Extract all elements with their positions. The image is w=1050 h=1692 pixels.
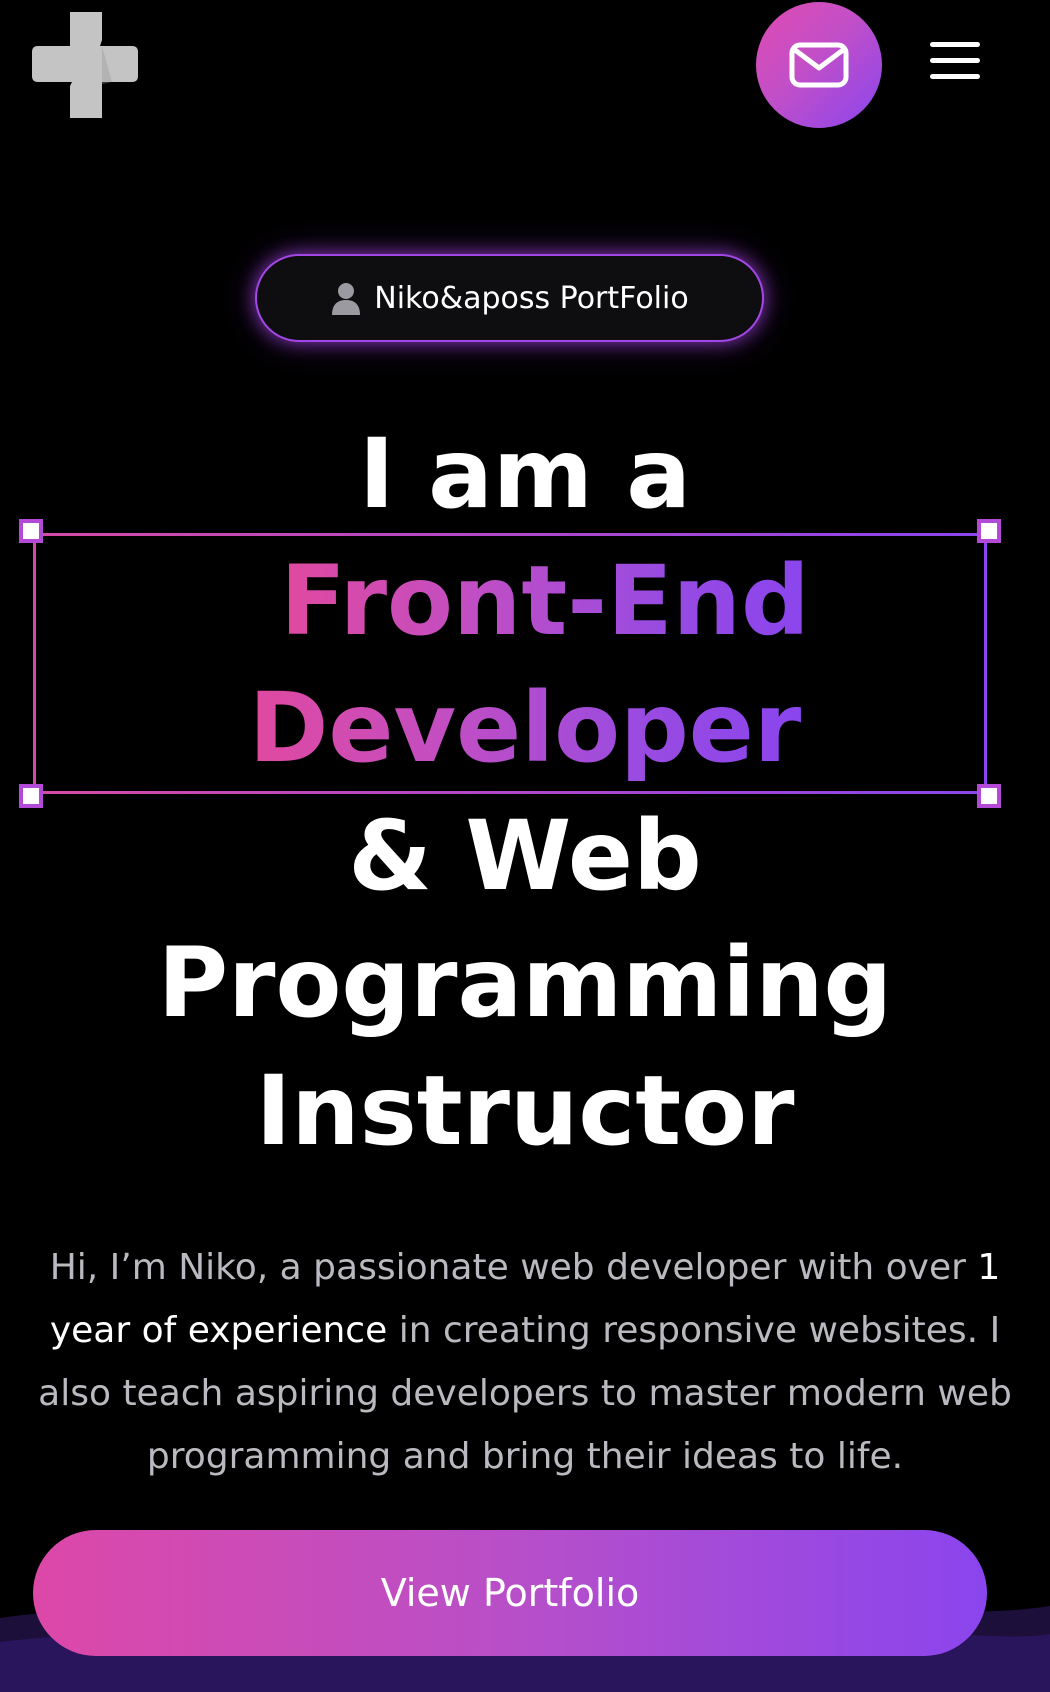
selection-handle-bottom-right [977, 784, 1001, 808]
logo-icon[interactable] [32, 12, 138, 118]
highlight-text-front-end: Front-End [280, 545, 810, 657]
hero-line-3: & Web [348, 800, 702, 912]
hero-highlight-line-2: Developer [0, 680, 1050, 776]
hero-highlight-line-1: Front-End [0, 553, 1050, 649]
hero-line-5: Instructor [255, 1055, 795, 1167]
hero-line-4: Programming [157, 927, 893, 1039]
selection-handle-bottom-left [19, 784, 43, 808]
view-portfolio-button[interactable]: View Portfolio [33, 1530, 987, 1656]
selection-handle-top-right [977, 519, 1001, 543]
mail-button[interactable] [756, 2, 882, 128]
portfolio-badge: Niko&aposs PortFolio [255, 254, 764, 342]
hero-description: Hi, I’m Niko, a passionate web developer… [30, 1236, 1020, 1488]
badge-label: Niko&aposs PortFolio [374, 280, 689, 316]
hamburger-menu-icon[interactable] [930, 42, 980, 86]
envelope-icon [789, 42, 849, 88]
highlight-text-developer: Developer [248, 672, 802, 784]
description-part-1: Hi, I’m Niko, a passionate web developer… [49, 1247, 978, 1288]
user-silhouette-icon [332, 283, 361, 315]
selection-handle-top-left [19, 519, 43, 543]
hero-line-1: I am a [358, 418, 692, 530]
